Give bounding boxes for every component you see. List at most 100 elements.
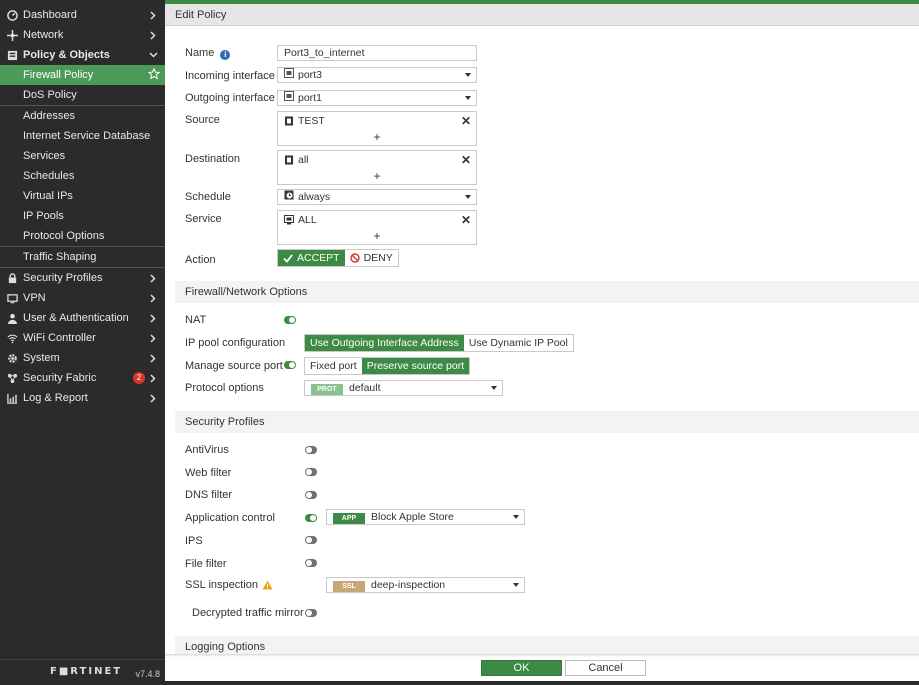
- sidebar-item-isdb[interactable]: Internet Service Database: [0, 126, 165, 146]
- chevron-right-icon: [148, 392, 158, 404]
- nav-security-fabric[interactable]: Security Fabric 2: [0, 368, 165, 388]
- lock-icon: [6, 272, 18, 284]
- chevron-right-icon: [148, 332, 158, 344]
- nav-label: Virtual IPs: [23, 190, 73, 202]
- entry-text: ALL: [298, 214, 317, 226]
- prot-tag: PROT: [311, 384, 343, 395]
- nav-label: User & Authentication: [23, 312, 129, 324]
- dns-filter-toggle[interactable]: [305, 491, 317, 499]
- nav-network[interactable]: Network: [0, 25, 165, 45]
- nav-label: Traffic Shaping: [23, 251, 97, 263]
- nav-policy-objects[interactable]: Policy & Objects: [0, 45, 165, 65]
- sidebar-item-dos-policy[interactable]: DoS Policy: [0, 85, 165, 105]
- caret-down-icon: [465, 195, 471, 199]
- sidebar-item-services[interactable]: Services: [0, 146, 165, 166]
- incoming-interface-select[interactable]: port3: [277, 67, 477, 83]
- add-icon[interactable]: +: [278, 130, 476, 144]
- outgoing-interface-select[interactable]: port1: [277, 90, 477, 106]
- web-filter-label: Web filter: [185, 467, 232, 479]
- preserve-source-port-option[interactable]: Preserve source port: [361, 358, 470, 374]
- application-control-label: Application control: [185, 512, 275, 524]
- nav-vpn[interactable]: VPN: [0, 288, 165, 308]
- nat-toggle[interactable]: [284, 316, 296, 324]
- use-outgoing-interface-option[interactable]: Use Outgoing Interface Address: [305, 335, 464, 351]
- manage-source-port-toggle[interactable]: [284, 361, 296, 369]
- monitor-icon: [6, 292, 18, 304]
- sidebar-footer: F■RTINET v7.4.8: [0, 659, 165, 685]
- logging-options-header: Logging Options: [175, 636, 919, 654]
- chevron-right-icon: [148, 292, 158, 304]
- sidebar-item-traffic-shaping[interactable]: Traffic Shaping: [0, 247, 165, 267]
- name-input[interactable]: Port3_to_internet: [277, 45, 477, 61]
- security-profiles-header: Security Profiles: [175, 411, 919, 433]
- chevron-right-icon: [148, 272, 158, 284]
- fixed-port-option[interactable]: Fixed port: [305, 358, 362, 374]
- decrypted-traffic-mirror-toggle[interactable]: [305, 609, 317, 617]
- star-icon[interactable]: [147, 67, 161, 83]
- info-icon[interactable]: i: [220, 50, 231, 60]
- fortinet-logo: F■RTINET: [50, 666, 123, 677]
- protocol-options-select[interactable]: PROT default: [304, 380, 503, 396]
- select-value: port3: [298, 69, 322, 81]
- nav-label: Security Profiles: [23, 272, 103, 284]
- button-label: ACCEPT: [297, 252, 340, 264]
- dashboard-icon: [6, 9, 18, 21]
- notification-badge: 2: [133, 372, 145, 384]
- gear-icon: [6, 352, 18, 364]
- sidebar-item-schedules[interactable]: Schedules: [0, 166, 165, 186]
- ok-button[interactable]: OK: [481, 660, 562, 676]
- select-value: port1: [298, 92, 322, 104]
- deny-button[interactable]: DENY: [344, 250, 398, 266]
- warning-icon: [262, 580, 273, 590]
- ssl-inspection-select[interactable]: SSL deep-inspection: [326, 577, 525, 593]
- ips-toggle[interactable]: [305, 536, 317, 544]
- destination-label: Destination: [185, 153, 241, 165]
- service-field[interactable]: ALL ✕ +: [277, 210, 477, 245]
- chevron-right-icon: [148, 372, 158, 384]
- schedule-select[interactable]: always: [277, 189, 477, 205]
- sidebar-item-firewall-policy[interactable]: Firewall Policy: [0, 65, 165, 85]
- service-icon: [284, 215, 294, 225]
- nav-label: Network: [23, 29, 64, 41]
- sidebar-item-addresses[interactable]: Addresses: [0, 106, 165, 126]
- add-icon[interactable]: +: [278, 229, 476, 243]
- add-icon[interactable]: +: [278, 169, 476, 183]
- sidebar-item-ip-pools[interactable]: IP Pools: [0, 206, 165, 226]
- nav-label: Firewall Policy: [23, 69, 94, 81]
- source-field[interactable]: TEST ✕ +: [277, 111, 477, 146]
- sidebar-item-virtual-ips[interactable]: Virtual IPs: [0, 186, 165, 206]
- nav-log-report[interactable]: Log & Report: [0, 388, 165, 408]
- web-filter-toggle[interactable]: [305, 468, 317, 476]
- nav-system[interactable]: System: [0, 348, 165, 368]
- page-title: Edit Policy: [165, 4, 919, 26]
- nav-label: Services: [23, 150, 66, 162]
- nav-user-auth[interactable]: User & Authentication: [0, 308, 165, 328]
- nav-wifi[interactable]: WiFi Controller: [0, 328, 165, 348]
- file-filter-toggle[interactable]: [305, 559, 317, 567]
- nav-security-profiles[interactable]: Security Profiles: [0, 268, 165, 288]
- address-icon: [284, 155, 294, 165]
- incoming-interface-label: Incoming interface: [185, 70, 275, 82]
- nat-label: NAT: [185, 314, 207, 326]
- remove-icon[interactable]: ✕: [461, 153, 471, 167]
- nav-dashboard[interactable]: Dashboard: [0, 5, 165, 25]
- sidebar-item-protocol-options[interactable]: Protocol Options: [0, 226, 165, 246]
- antivirus-toggle[interactable]: [305, 446, 317, 454]
- caret-down-icon: [513, 515, 519, 519]
- caret-down-icon: [465, 73, 471, 77]
- ip-pool-toggle-group: Use Outgoing Interface Address Use Dynam…: [304, 334, 574, 352]
- label-text: SSL inspection: [185, 579, 258, 591]
- remove-icon[interactable]: ✕: [461, 114, 471, 128]
- ip-pool-label: IP pool configuration: [185, 337, 286, 349]
- remove-icon[interactable]: ✕: [461, 213, 471, 227]
- use-dynamic-ip-pool-option[interactable]: Use Dynamic IP Pool: [464, 335, 573, 351]
- destination-field[interactable]: all ✕ +: [277, 150, 477, 185]
- user-icon: [6, 312, 18, 324]
- application-control-select[interactable]: APP Block Apple Store: [326, 509, 525, 525]
- application-control-toggle[interactable]: [305, 514, 317, 522]
- cancel-button[interactable]: Cancel: [565, 660, 646, 676]
- accept-button[interactable]: ACCEPT: [278, 250, 345, 266]
- action-label: Action: [185, 254, 216, 266]
- select-value: Block Apple Store: [371, 511, 454, 523]
- outgoing-interface-label: Outgoing interface: [185, 92, 275, 104]
